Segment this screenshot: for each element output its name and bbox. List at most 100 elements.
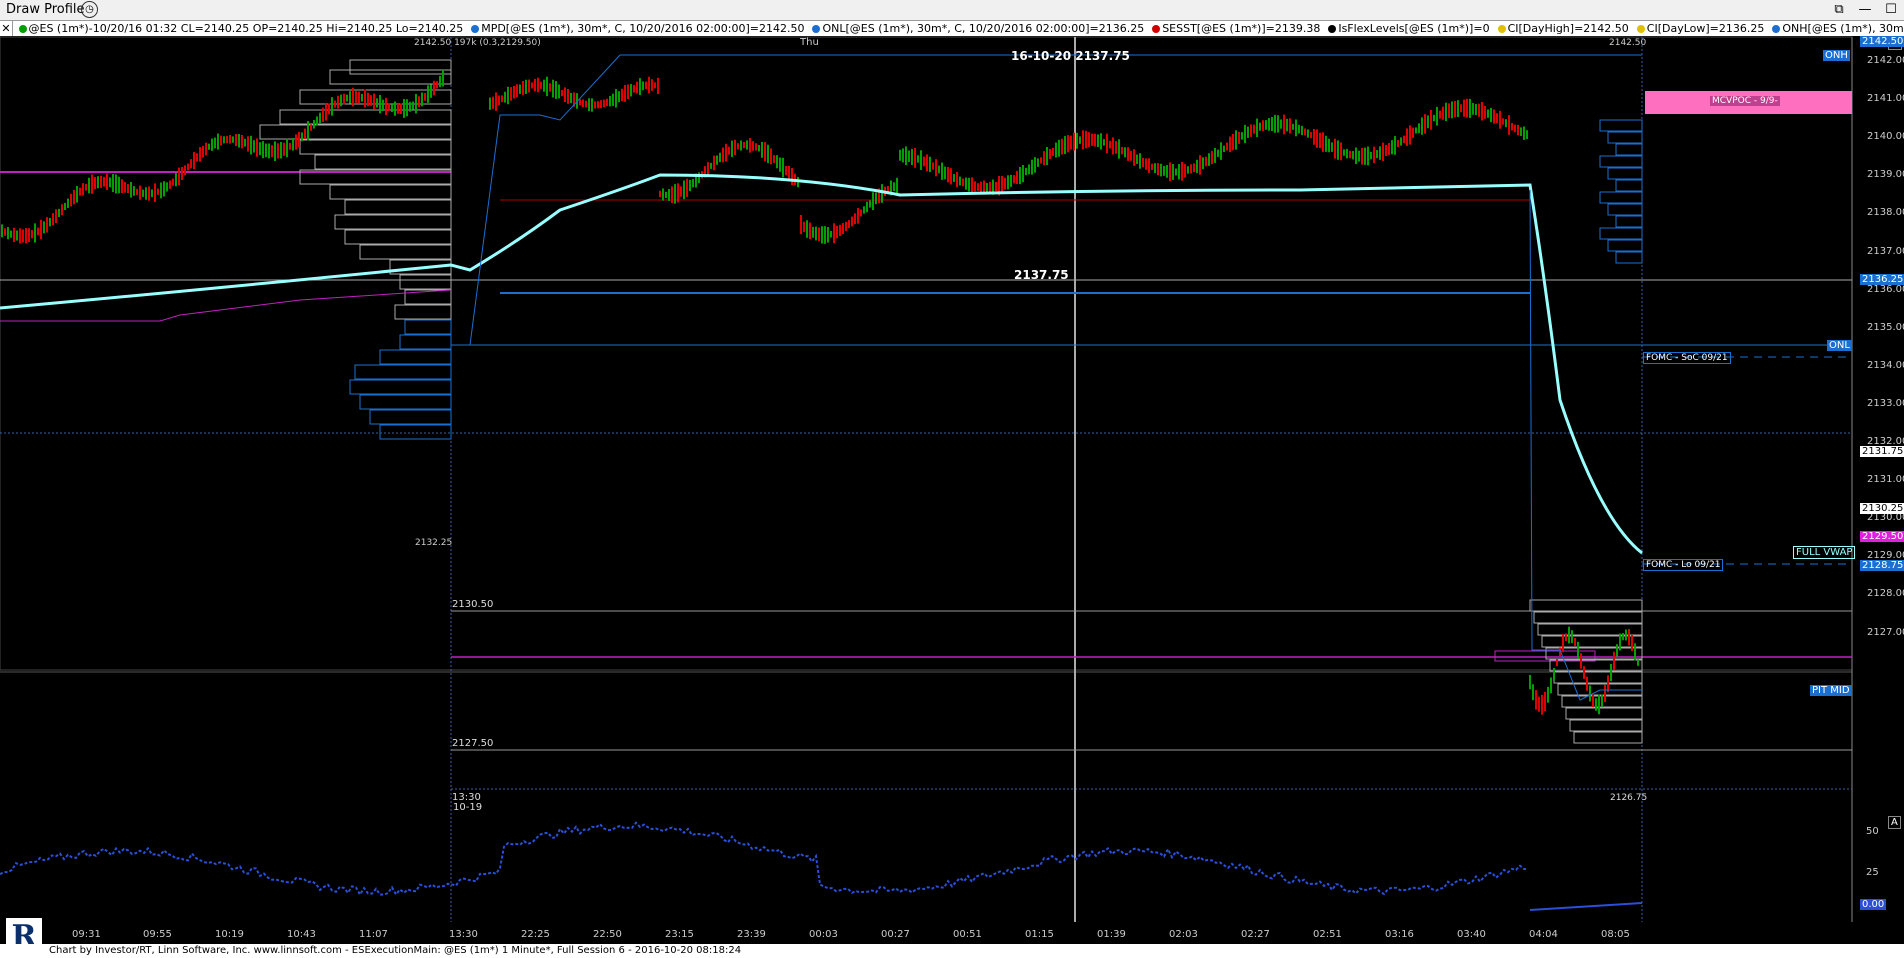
profile-row xyxy=(259,124,452,140)
time-axis-label: 00:51 xyxy=(953,929,982,940)
time-axis-label: 01:39 xyxy=(1097,929,1126,940)
profile-row xyxy=(1607,131,1643,144)
profile-row xyxy=(1599,191,1643,204)
profile-row xyxy=(1529,599,1643,612)
profile-row xyxy=(279,109,452,125)
price-tag: 2136.25 xyxy=(1860,274,1904,286)
profile-low-price: 2132.25 xyxy=(415,538,453,548)
profile-row xyxy=(344,199,452,215)
time-axis-label: 10:19 xyxy=(215,929,244,940)
oscillator-axis-label: 50 xyxy=(1866,826,1879,837)
price-axis-label: 2139.00 xyxy=(1867,169,1904,181)
footer: Chart by Investor/RT, Linn Software, Inc… xyxy=(0,944,1904,958)
oscillator-tag: 0.00 xyxy=(1860,899,1887,910)
price-axis-label: 2137.00 xyxy=(1867,245,1904,257)
time-axis-label: 02:51 xyxy=(1313,929,1342,940)
time-axis-label: 23:39 xyxy=(737,929,766,940)
profile-row xyxy=(379,349,452,365)
time-axis-label: 04:04 xyxy=(1529,929,1558,940)
session-date-label: 10-19 xyxy=(453,802,483,813)
profile-top-price: 2142.50 xyxy=(1609,38,1647,48)
price-tag: 2128.75 xyxy=(1860,559,1904,571)
profile-row xyxy=(354,364,452,380)
price-chart[interactable] xyxy=(0,0,1904,922)
profile-row xyxy=(404,319,452,335)
profile-row xyxy=(359,394,452,410)
profile-row xyxy=(329,184,452,200)
profile-row xyxy=(1607,167,1643,180)
profile-row xyxy=(329,69,452,85)
time-axis-label: 02:27 xyxy=(1241,929,1270,940)
time-axis-label: 03:40 xyxy=(1457,929,1486,940)
onh-tag: ONH xyxy=(1823,50,1850,61)
profile-row xyxy=(314,154,452,170)
time-axis-label: 09:31 xyxy=(72,929,101,940)
profile-row xyxy=(369,409,452,425)
onl-tag: ONL xyxy=(1827,340,1852,351)
profile-row xyxy=(399,334,452,350)
profile-row xyxy=(1573,731,1643,744)
session-low-price: 2126.75 xyxy=(1610,793,1648,803)
time-axis-label: 10:43 xyxy=(287,929,316,940)
profile-row xyxy=(394,304,452,320)
profile-header-label: 2142.50 197k (0.3,2129.50) xyxy=(414,38,541,48)
profile-row xyxy=(379,424,452,440)
price-axis-label: 2131.00 xyxy=(1867,474,1904,486)
profile-row xyxy=(1615,179,1643,192)
price-axis-label: 2134.00 xyxy=(1867,359,1904,371)
price-axis-label: 2138.00 xyxy=(1867,207,1904,219)
profile-row xyxy=(1565,707,1643,720)
profile-row xyxy=(344,229,452,245)
price-axis-label: 2128.00 xyxy=(1867,588,1904,600)
fomc-lo-tag: FOMC - Lo 09/21 xyxy=(1643,559,1724,571)
time-axis-label: 03:16 xyxy=(1385,929,1414,940)
day-label: Thu xyxy=(800,37,819,48)
time-axis-label: 08:05 xyxy=(1601,929,1630,940)
price-axis-label: 2133.00 xyxy=(1867,397,1904,409)
profile-row xyxy=(1553,671,1643,684)
profile-row xyxy=(1615,143,1643,156)
price-tag: 2130.25 xyxy=(1860,502,1904,514)
price-tag: 2129.50 xyxy=(1860,531,1904,543)
profile-row xyxy=(1549,659,1643,672)
profile-row xyxy=(1599,227,1643,240)
time-axis-label: 01:15 xyxy=(1025,929,1054,940)
profile-row xyxy=(1615,251,1643,264)
price-axis-label: 2135.00 xyxy=(1867,321,1904,333)
crosshair-label: 16-10-20 2137.75 xyxy=(1011,49,1130,63)
crosshair-price: 2137.75 xyxy=(1014,268,1069,282)
profile-row xyxy=(359,244,452,260)
price-axis-label: 2127.00 xyxy=(1867,626,1904,638)
full-vwap-tag: FULL VWAP xyxy=(1793,546,1856,559)
profile-row xyxy=(349,59,452,75)
pit-mid-tag: PIT MID xyxy=(1810,685,1852,696)
profile-row xyxy=(1599,155,1643,168)
profile-row xyxy=(1615,215,1643,228)
oscillator-axis-label: 25 xyxy=(1866,867,1879,878)
profile-row xyxy=(334,214,452,230)
mcvpoc-tag: MCVPOC - 9/9- xyxy=(1710,96,1780,106)
corner-a-button: A xyxy=(1888,816,1901,829)
level-2130-label: 2130.50 xyxy=(452,599,494,610)
time-axis-label: 00:27 xyxy=(881,929,910,940)
profile-row xyxy=(1599,119,1643,132)
time-axis-label: 00:03 xyxy=(809,929,838,940)
footer-credit: Chart by Investor/RT, Linn Software, Inc… xyxy=(49,945,742,956)
price-axis-label: 2140.00 xyxy=(1867,131,1904,143)
fomc-soc-tag: FOMC - SoC 09/21 xyxy=(1643,352,1731,364)
time-axis-label: 22:50 xyxy=(593,929,622,940)
profile-row xyxy=(349,379,452,395)
time-axis-label: 13:30 xyxy=(449,929,478,940)
time-axis-label: 23:15 xyxy=(665,929,694,940)
profile-row xyxy=(1607,203,1643,216)
price-axis-label: 2141.00 xyxy=(1867,93,1904,105)
oscillator-line xyxy=(0,821,1529,897)
price-axis-label: 2142.00 xyxy=(1867,55,1904,66)
oscillator-line xyxy=(1529,902,1643,911)
time-axis-label: 11:07 xyxy=(359,929,388,940)
price-tag: 2131.75 xyxy=(1860,445,1904,457)
price-tag: 2142.50 xyxy=(1860,35,1904,47)
profile-row xyxy=(1607,239,1643,252)
profile-row xyxy=(1569,719,1643,732)
prior-vwap-line xyxy=(0,289,452,322)
